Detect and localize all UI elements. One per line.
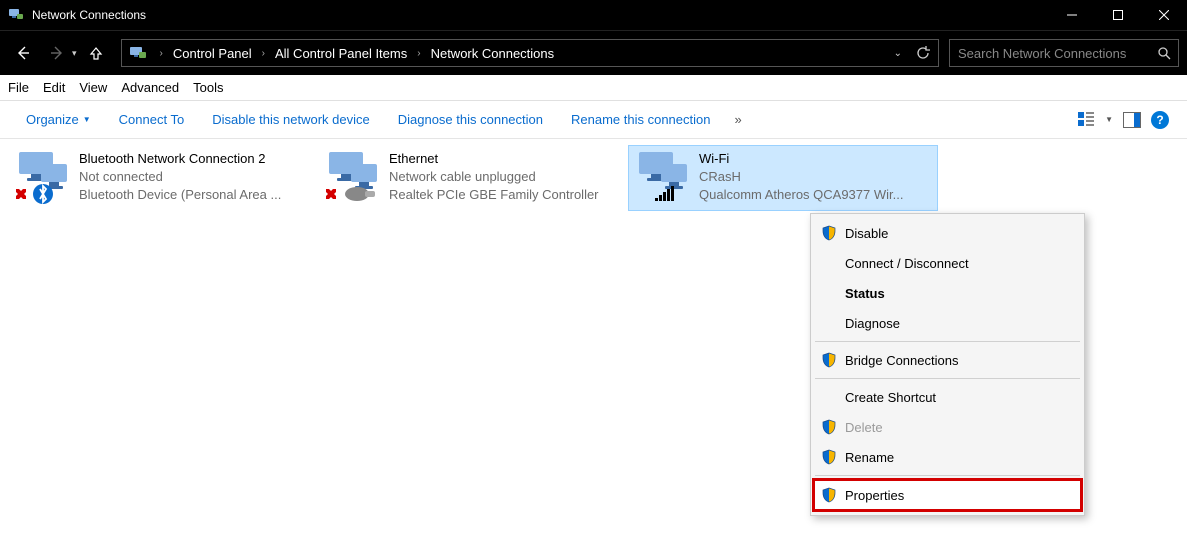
search-box[interactable]: [949, 39, 1179, 67]
menu-advanced[interactable]: Advanced: [121, 80, 179, 95]
connection-status: Network cable unplugged: [389, 168, 599, 186]
cmd-rename[interactable]: Rename this connection: [557, 112, 724, 127]
context-menu-separator: [815, 475, 1080, 476]
menu-bar: File Edit View Advanced Tools: [0, 75, 1187, 101]
shield-icon: [821, 487, 837, 503]
address-dropdown-button[interactable]: ⌄: [888, 48, 908, 59]
connection-name: Ethernet: [389, 150, 599, 168]
address-bar[interactable]: › Control Panel › All Control Panel Item…: [121, 39, 939, 67]
breadcrumb-item[interactable]: All Control Panel Items: [271, 40, 411, 66]
breadcrumb-item[interactable]: Network Connections: [427, 40, 559, 66]
connection-device: Bluetooth Device (Personal Area ...: [79, 186, 281, 204]
context-menu-item[interactable]: Connect / Disconnect: [813, 248, 1082, 278]
connection-status: CRasH: [699, 168, 903, 186]
chevron-right-icon[interactable]: ›: [411, 48, 426, 59]
refresh-button[interactable]: [908, 46, 938, 60]
chevron-down-icon: ▼: [83, 115, 91, 124]
change-view-button[interactable]: [1077, 111, 1095, 129]
connection-item[interactable]: Bluetooth Network Connection 2Not connec…: [8, 145, 318, 211]
connection-device: Qualcomm Atheros QCA9377 Wir...: [699, 186, 903, 204]
connection-item[interactable]: EthernetNetwork cable unpluggedRealtek P…: [318, 145, 628, 211]
context-menu-label: Diagnose: [845, 316, 900, 331]
shield-icon: [821, 225, 837, 241]
context-menu: Disable Connect / Disconnect Status Diagnos…: [810, 213, 1085, 516]
back-button[interactable]: [8, 38, 38, 68]
minimize-button[interactable]: [1049, 0, 1095, 30]
organize-label: Organize: [26, 112, 79, 127]
shield-icon: [821, 419, 837, 435]
context-menu-label: Status: [845, 286, 885, 301]
menu-view[interactable]: View: [79, 80, 107, 95]
cmd-disable-device[interactable]: Disable this network device: [198, 112, 384, 127]
context-menu-item[interactable]: Create Shortcut: [813, 382, 1082, 412]
context-menu-label: Delete: [845, 420, 883, 435]
title-bar: Network Connections: [0, 0, 1187, 30]
context-menu-separator: [815, 341, 1080, 342]
connection-device: Realtek PCIe GBE Family Controller: [389, 186, 599, 204]
connection-icon: [13, 150, 71, 204]
connection-icon: [323, 150, 381, 204]
context-menu-item: Delete: [813, 412, 1082, 442]
connections-list: Bluetooth Network Connection 2Not connec…: [0, 139, 1187, 217]
context-menu-item[interactable]: Properties: [812, 478, 1083, 512]
location-icon: [128, 43, 148, 63]
preview-pane-button[interactable]: [1123, 112, 1141, 128]
connection-item[interactable]: Wi-FiCRasHQualcomm Atheros QCA9377 Wir..…: [628, 145, 938, 211]
connection-name: Bluetooth Network Connection 2: [79, 150, 281, 168]
maximize-button[interactable]: [1095, 0, 1141, 30]
context-menu-item[interactable]: Disable: [813, 218, 1082, 248]
command-bar: Organize ▼ Connect To Disable this netwo…: [0, 101, 1187, 139]
app-icon: [8, 7, 24, 23]
organize-button[interactable]: Organize ▼: [12, 112, 105, 127]
menu-file[interactable]: File: [8, 80, 29, 95]
context-menu-item[interactable]: Bridge Connections: [813, 345, 1082, 375]
chevron-right-icon[interactable]: ›: [256, 48, 271, 59]
chevron-right-icon[interactable]: ›: [154, 48, 169, 59]
breadcrumb-item[interactable]: Control Panel: [169, 40, 256, 66]
connection-icon: [633, 150, 691, 204]
context-menu-label: Create Shortcut: [845, 390, 936, 405]
window-title: Network Connections: [32, 8, 146, 22]
cmd-overflow-button[interactable]: »: [724, 112, 751, 127]
menu-tools[interactable]: Tools: [193, 80, 223, 95]
up-button[interactable]: [81, 38, 111, 68]
navigation-bar: ▾ › Control Panel › All Control Panel It…: [0, 30, 1187, 75]
menu-edit[interactable]: Edit: [43, 80, 65, 95]
context-menu-label: Properties: [845, 488, 904, 503]
context-menu-item[interactable]: Rename: [813, 442, 1082, 472]
context-menu-item[interactable]: Status: [813, 278, 1082, 308]
context-menu-label: Disable: [845, 226, 888, 241]
cmd-connect-to[interactable]: Connect To: [105, 112, 199, 127]
recent-locations-button[interactable]: ▾: [72, 48, 77, 59]
connection-name: Wi-Fi: [699, 150, 903, 168]
connection-status: Not connected: [79, 168, 281, 186]
shield-icon: [821, 449, 837, 465]
close-button[interactable]: [1141, 0, 1187, 30]
context-menu-label: Bridge Connections: [845, 353, 958, 368]
context-menu-item[interactable]: Diagnose: [813, 308, 1082, 338]
context-menu-label: Rename: [845, 450, 894, 465]
search-input[interactable]: [950, 46, 1150, 61]
search-icon[interactable]: [1150, 46, 1178, 60]
forward-button[interactable]: [42, 38, 72, 68]
context-menu-separator: [815, 378, 1080, 379]
help-button[interactable]: ?: [1151, 111, 1169, 129]
shield-icon: [821, 352, 837, 368]
context-menu-label: Connect / Disconnect: [845, 256, 969, 271]
cmd-diagnose[interactable]: Diagnose this connection: [384, 112, 557, 127]
view-dropdown-button[interactable]: ▼: [1105, 115, 1113, 124]
